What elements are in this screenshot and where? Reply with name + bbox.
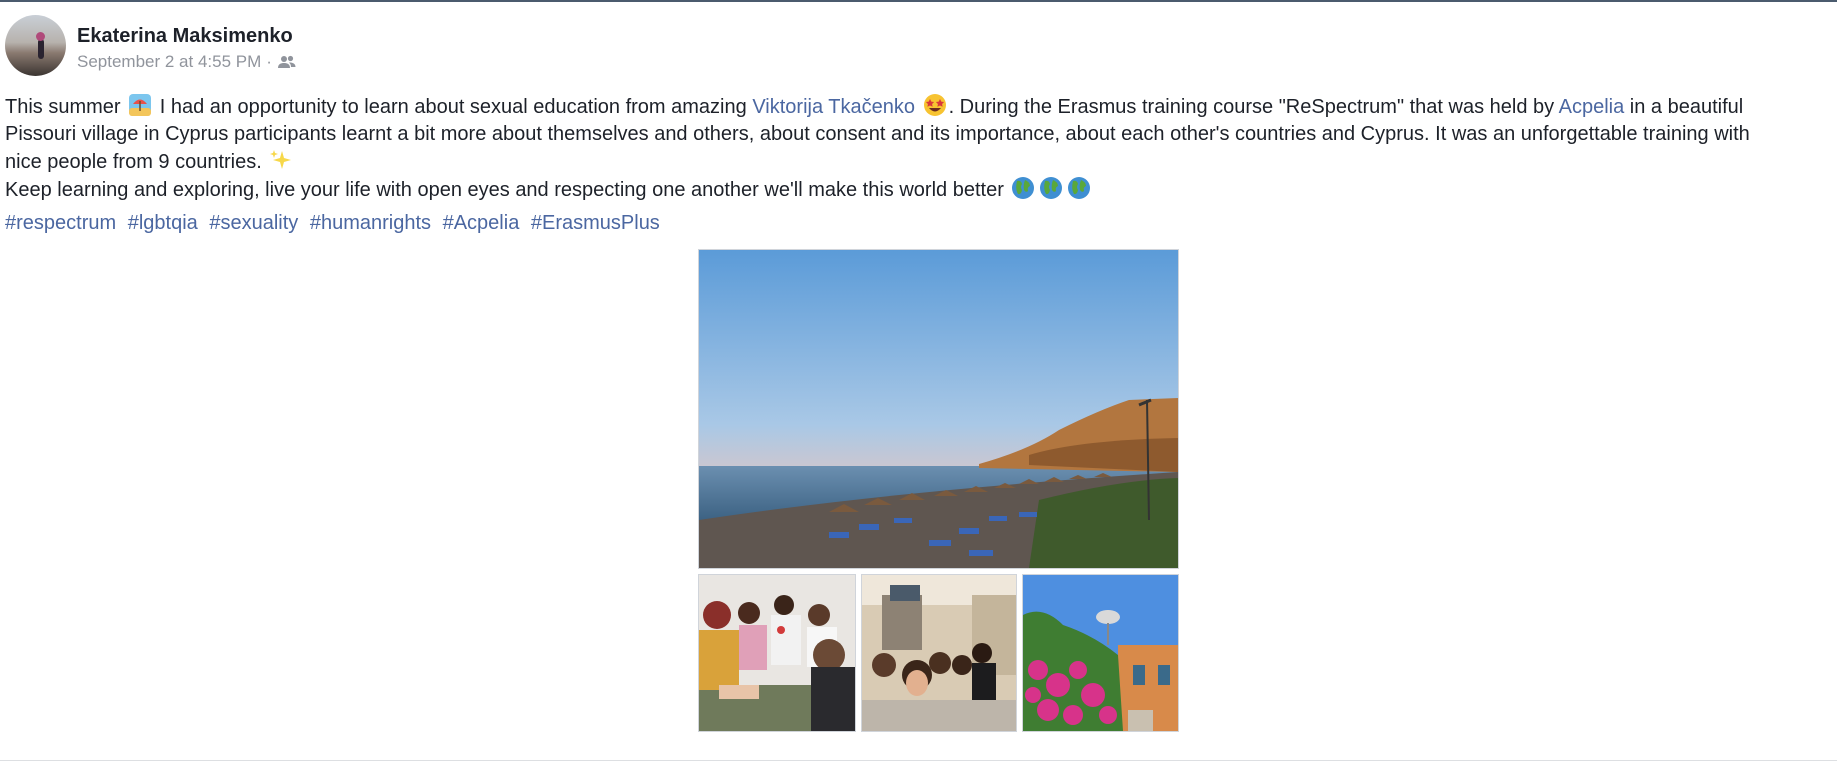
post-timestamp[interactable]: September 2 at 4:55 PM (77, 52, 261, 72)
text-segment: nice people from 9 countries. (5, 151, 262, 173)
text-line-3: nice people from 9 countries. (5, 148, 1835, 176)
text-segment: Keep learning and exploring, live your l… (5, 179, 1004, 201)
hashtag-link[interactable]: #sexuality (209, 212, 298, 234)
text-line-1: This summer I had an opportunity to lear… (5, 93, 1835, 121)
sparkles-emoji (269, 148, 293, 172)
mention-person-link[interactable]: Viktorija Tkačenko (752, 96, 915, 118)
group-discussion-photo[interactable] (698, 574, 856, 732)
mention-org-link[interactable]: Acpelia (1559, 96, 1625, 118)
hashtag-link[interactable]: #respectrum (5, 212, 116, 234)
meta-separator: · (266, 52, 272, 71)
hashtag-link[interactable]: #ErasmusPlus (531, 212, 660, 234)
globe-emoji (1039, 176, 1063, 200)
hashtag-link[interactable]: #lgbtqia (128, 212, 198, 234)
bougainvillea-street-photo[interactable] (1022, 574, 1179, 732)
globe-emoji (1011, 176, 1035, 200)
post-meta: September 2 at 4:55 PM · (77, 52, 296, 72)
facebook-post: Ekaterina Maksimenko September 2 at 4:55… (0, 0, 1837, 772)
globe-emoji (1067, 176, 1091, 200)
text-line-4: Keep learning and exploring, live your l… (5, 176, 1835, 204)
post-text: This summer I had an opportunity to lear… (5, 93, 1835, 204)
star-struck-emoji (923, 93, 947, 117)
author-name[interactable]: Ekaterina Maksimenko (77, 25, 293, 48)
beach-umbrella-emoji (128, 93, 152, 117)
hashtag-link[interactable]: #Acpelia (443, 212, 520, 234)
group-selfie-photo[interactable] (861, 574, 1017, 732)
beach-sunset-photo[interactable] (698, 249, 1179, 569)
text-segment: This summer (5, 96, 121, 118)
text-segment: I had an opportunity to learn about sexu… (159, 96, 747, 118)
text-line-2: Pissouri village in Cyprus participants … (5, 123, 1750, 145)
bottom-divider (0, 760, 1837, 761)
author-avatar[interactable] (5, 15, 66, 76)
friends-icon[interactable] (277, 55, 296, 69)
hashtag-list: #respectrum #lgbtqia #sexuality #humanri… (5, 212, 666, 235)
text-segment: in a beautiful (1629, 96, 1744, 118)
text-segment: . During the Erasmus training course "Re… (948, 96, 1555, 118)
hashtag-link[interactable]: #humanrights (310, 212, 431, 234)
